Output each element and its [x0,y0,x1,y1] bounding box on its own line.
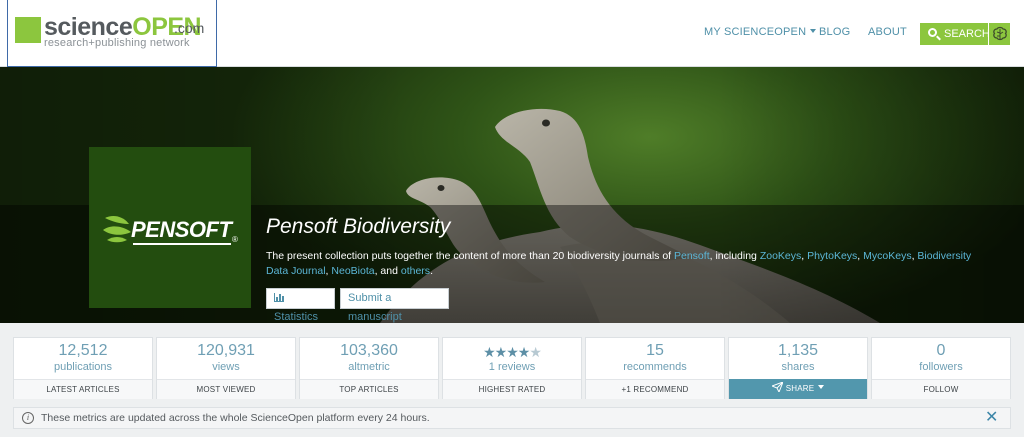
metric-value: 103,360 [340,342,398,359]
pensoft-wordmark: PENSOFT [131,217,232,245]
pensoft-registered-mark: ® [232,235,238,244]
logo-tagline: research+publishing network [44,37,190,49]
caret-down-icon [810,29,817,33]
bar-chart-icon [274,293,284,302]
statistics-button[interactable]: Statistics [266,288,335,323]
nav-about[interactable]: ABOUT [868,26,907,38]
metrics-info-bar: i These metrics are updated across the w… [13,407,1011,429]
top-articles-button[interactable]: TOP ARTICLES [300,379,438,399]
metric-value: 1,135 [777,342,819,359]
metric-value: 120,931 [197,342,255,359]
caret-down-icon [818,385,825,389]
link-neobiota[interactable]: NeoBiota [331,265,374,277]
search-label: SEARCH [944,28,990,40]
metric-card-views: 120,931 views MOST VIEWED [156,337,296,399]
scienceopen-logo[interactable]: scienceOPEN .com research+publishing net… [7,0,217,67]
semantic-search-button[interactable] [988,23,1010,45]
metric-label: recommends [623,361,687,373]
star-icons: ★★★★ [483,344,530,360]
search-icon [928,28,937,37]
metric-label: shares [781,361,815,373]
info-text: These metrics are updated across the who… [41,412,430,424]
collection-title: Pensoft Biodiversity [266,215,451,238]
logo-domain: .com [174,20,205,36]
paper-plane-icon [770,381,784,394]
submit-manuscript-button[interactable]: Submit a manuscript [340,288,449,323]
nav-my-scienceopen[interactable]: MY SCIENCEOPEN [704,26,817,38]
link-pensoft[interactable]: Pensoft [674,250,710,262]
metric-card-followers: 0 followers FOLLOW [871,337,1011,399]
metric-label: views [212,361,240,373]
follow-button[interactable]: FOLLOW [872,379,1010,399]
metric-label: altmetric [348,361,390,373]
link-zookeys[interactable]: ZooKeys [760,250,801,262]
close-icon[interactable]: ✕ [985,409,998,427]
collection-description: The present collection puts together the… [266,250,972,277]
metric-value: 15 [646,342,664,359]
metric-value: 12,512 [58,342,108,359]
brain-icon [993,26,1007,41]
link-mycokeys[interactable]: MycoKeys [863,250,911,262]
metric-card-recommends: 15 recommends +1 RECOMMEND [585,337,725,399]
recommend-button[interactable]: +1 RECOMMEND [586,379,724,399]
link-phytokeys[interactable]: PhytoKeys [807,250,857,262]
metric-card-shares: 1,135 shares SHARE [728,337,868,399]
metric-label: followers [919,361,963,373]
nav-blog[interactable]: BLOG [819,26,850,38]
metric-label: publications [53,361,113,373]
search-button[interactable]: SEARCH [920,23,990,45]
star-rating: ★★★★★ [443,344,581,361]
most-viewed-button[interactable]: MOST VIEWED [157,379,295,399]
top-header: scienceOPEN .com research+publishing net… [0,0,1024,67]
metric-label: 1 reviews [488,361,536,373]
info-icon: i [22,412,34,424]
latest-articles-button[interactable]: LATEST ARTICLES [14,379,152,399]
half-star-icon: ★ [529,344,542,360]
highest-rated-button[interactable]: HIGHEST RATED [443,379,581,399]
logo-square-icon [15,17,41,43]
collection-banner: PENSOFT ® Pensoft Biodiversity The prese… [0,67,1024,323]
metric-card-publications: 12,512 publications LATEST ARTICLES [13,337,153,399]
metric-card-reviews: ★★★★★ 1 reviews HIGHEST RATED [442,337,582,399]
link-others[interactable]: others [401,265,430,277]
pensoft-leaf-icon [103,216,131,243]
metric-value: 0 [936,342,946,359]
metric-card-altmetric: 103,360 altmetric TOP ARTICLES [299,337,439,399]
pensoft-logo: PENSOFT ® [89,147,251,308]
share-button[interactable]: SHARE [729,379,867,399]
